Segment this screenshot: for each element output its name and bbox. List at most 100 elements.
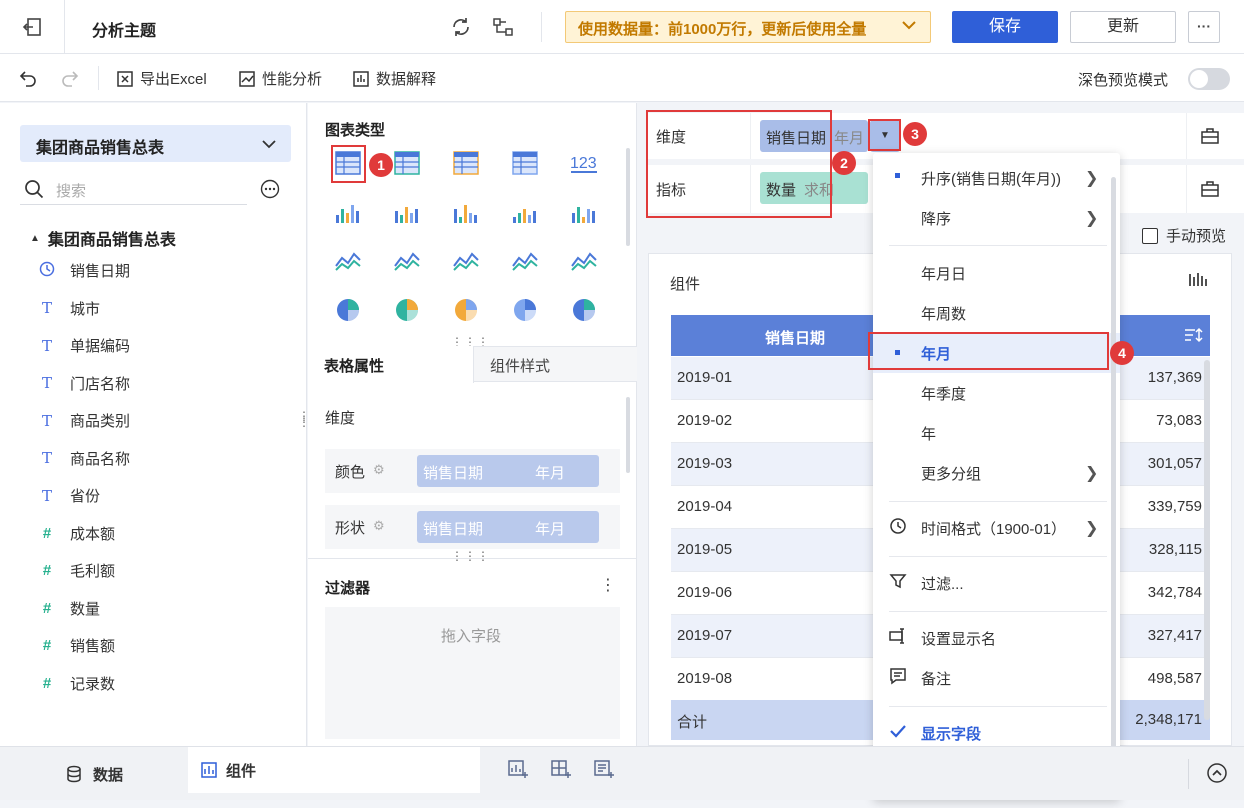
stacked-bar-chart-icon[interactable] <box>334 199 362 225</box>
field-item[interactable]: # 成本额 <box>38 523 115 544</box>
shape-field-pill[interactable]: 销售日期 年月 <box>417 511 599 543</box>
data-volume-notice[interactable]: 使用数据量：前1000万行，更新后使用全量 <box>565 11 931 43</box>
briefcase-icon[interactable] <box>1200 126 1220 149</box>
manual-preview-checkbox[interactable]: 手动预览 <box>1142 225 1226 246</box>
tab-component-style[interactable]: 组件样式 <box>474 346 637 382</box>
menu-scrollbar[interactable] <box>1111 177 1116 749</box>
menu-filter[interactable]: 过滤... <box>873 563 1120 603</box>
color-label: 颜色 <box>335 464 366 481</box>
tab-data[interactable]: 数据 <box>0 747 188 801</box>
filter-title: 过滤器 <box>325 580 371 597</box>
add-dashboard-icon[interactable] <box>550 758 572 783</box>
bottom-bar: 数据 组件 <box>0 746 1244 800</box>
chevron-right-icon: ❯ <box>1085 210 1099 227</box>
menu-set-display-name[interactable]: 设置显示名 <box>873 618 1120 658</box>
number-icon: # <box>42 562 52 579</box>
dark-preview-toggle[interactable] <box>1188 68 1230 90</box>
field-search[interactable]: 搜索 <box>20 175 247 205</box>
field-item[interactable]: # 毛利额 <box>38 560 115 581</box>
briefcase-icon[interactable] <box>1200 179 1220 202</box>
field-item[interactable]: # 记录数 <box>38 673 115 694</box>
filter-drop-zone[interactable]: 拖入字段 <box>325 607 620 739</box>
update-button[interactable]: 更新 <box>1070 11 1176 43</box>
tab-component[interactable]: 组件 <box>188 747 480 793</box>
value-cell: 301,057 <box>1147 455 1202 472</box>
menu-time-format[interactable]: 时间格式（1900-01） ❯ <box>873 508 1120 548</box>
table-scrollbar[interactable] <box>1204 360 1210 720</box>
color-field-pill[interactable]: 销售日期 年月 <box>417 455 599 487</box>
menu-year-week[interactable]: 年周数 <box>873 293 1120 333</box>
shape-field-name: 销售日期 <box>423 521 484 538</box>
dataset-select-value: 集团商品销售总表 <box>36 140 165 157</box>
menu-sort-ascending-label: 升序(销售日期(年月)) <box>921 170 1061 188</box>
more-options-icon[interactable] <box>260 179 280 202</box>
more-button[interactable]: ··· <box>1188 11 1220 43</box>
save-button[interactable]: 保存 <box>952 11 1058 43</box>
grouped-bar-chart-icon[interactable] <box>393 199 421 225</box>
shape-label: 形状 <box>335 520 366 537</box>
chart-settings-icon[interactable] <box>1187 270 1207 293</box>
menu-year[interactable]: 年 <box>873 413 1120 453</box>
refresh-icon[interactable] <box>450 16 472 41</box>
settings-icon[interactable]: ⚙ <box>373 462 385 478</box>
gauge-chart-icon[interactable] <box>570 248 598 274</box>
add-component-icon[interactable] <box>507 758 529 783</box>
field-item[interactable]: T 商品类别 <box>38 410 130 431</box>
field-item[interactable]: 销售日期 <box>38 260 130 281</box>
tree-title[interactable]: ▲ 集团商品销售总表 <box>30 226 176 250</box>
detail-table-chart-icon[interactable] <box>393 150 421 176</box>
menu-year-month-day[interactable]: 年月日 <box>873 253 1120 293</box>
color-field-name: 销售日期 <box>423 465 484 482</box>
field-item[interactable]: # 销售额 <box>38 635 115 656</box>
drag-handle-icon[interactable]: ⋮⋮⋮ <box>451 549 490 563</box>
data-explain-button[interactable]: 数据解释 <box>352 68 436 89</box>
filter-more-icon[interactable]: ⋮ <box>600 575 616 595</box>
line-chart-icon[interactable] <box>334 248 362 274</box>
back-icon[interactable] <box>22 16 44 38</box>
menu-sort-ascending[interactable]: 升序(销售日期(年月)) ❯ <box>873 158 1120 198</box>
menu-more-grouping[interactable]: 更多分组 ❯ <box>873 453 1120 493</box>
ring-chart-icon[interactable] <box>452 297 480 323</box>
color-block-chart-icon[interactable] <box>511 150 539 176</box>
field-item[interactable]: T 商品名称 <box>38 448 130 469</box>
bar-chart-icon[interactable] <box>452 199 480 225</box>
selected-dot-icon <box>895 173 900 178</box>
export-excel-button[interactable]: 导出Excel <box>116 68 207 89</box>
database-icon <box>67 765 81 783</box>
horizontal-bar-chart-icon[interactable] <box>511 199 539 225</box>
sort-icon[interactable] <box>1183 326 1203 347</box>
lineage-icon[interactable] <box>492 16 514 41</box>
collapse-up-icon[interactable] <box>1206 762 1228 787</box>
menu-sort-descending[interactable]: 降序 ❯ <box>873 198 1120 238</box>
pie-chart-icon[interactable] <box>334 297 362 323</box>
color-field-suffix: 年月 <box>535 465 566 482</box>
rose-chart-icon[interactable] <box>393 297 421 323</box>
dataset-select[interactable]: 集团商品销售总表 <box>20 125 291 162</box>
tab-table-properties[interactable]: 表格属性 <box>308 346 474 383</box>
polygon-chart-icon[interactable] <box>452 248 480 274</box>
scatter-chart-icon[interactable] <box>511 297 539 323</box>
date-cell: 2019-08 <box>677 670 733 687</box>
field-item[interactable]: T 省份 <box>38 485 100 506</box>
table-header-date[interactable]: 销售日期 <box>765 327 825 348</box>
field-item[interactable]: T 单据编码 <box>38 335 130 356</box>
bubble-chart-icon[interactable] <box>570 297 598 323</box>
menu-note[interactable]: 备注 <box>873 658 1120 698</box>
add-story-icon[interactable] <box>593 758 615 783</box>
check-icon <box>889 722 907 744</box>
waterfall-chart-icon[interactable] <box>570 199 598 225</box>
performance-analysis-button[interactable]: 性能分析 <box>238 68 322 89</box>
field-item[interactable]: T 城市 <box>38 298 100 319</box>
area-chart-icon[interactable] <box>511 248 539 274</box>
text-icon: T <box>41 374 52 392</box>
radar-chart-icon[interactable] <box>393 248 421 274</box>
grouped-table-chart-icon[interactable] <box>452 150 480 176</box>
kpi-number-chart-icon[interactable]: 123 <box>570 150 598 176</box>
undo-icon[interactable] <box>18 68 38 91</box>
menu-year-quarter[interactable]: 年季度 <box>873 373 1120 413</box>
clock-icon <box>889 517 907 539</box>
field-item[interactable]: T 门店名称 <box>38 373 130 394</box>
redo-icon[interactable] <box>60 68 80 91</box>
field-item[interactable]: # 数量 <box>38 598 100 619</box>
settings-icon[interactable]: ⚙ <box>373 518 385 534</box>
